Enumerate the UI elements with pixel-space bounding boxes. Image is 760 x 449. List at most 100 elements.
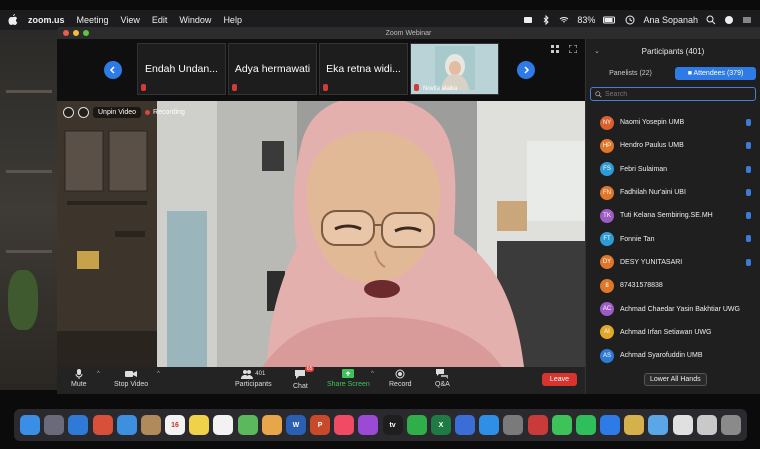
notes-icon[interactable] bbox=[189, 415, 210, 435]
folder-icon[interactable] bbox=[648, 415, 669, 435]
chevron-down-icon[interactable]: ⌄ bbox=[594, 47, 600, 55]
participant-row[interactable]: HP Hendro Paulus UMB bbox=[586, 134, 760, 157]
settings-icon[interactable] bbox=[503, 415, 524, 435]
search-box[interactable] bbox=[590, 87, 756, 101]
menu-view[interactable]: View bbox=[121, 15, 140, 25]
documents-icon[interactable] bbox=[672, 415, 693, 435]
menu-meeting[interactable]: Meeting bbox=[77, 15, 109, 25]
maps-icon[interactable] bbox=[237, 415, 258, 435]
recording-indicator: Recording bbox=[145, 109, 185, 116]
apple-icon[interactable] bbox=[8, 14, 18, 26]
user-name[interactable]: Ana Sopanah bbox=[643, 15, 698, 25]
share-screen-button[interactable]: Share Screen bbox=[327, 369, 370, 388]
participants-button[interactable]: 401 Participants bbox=[235, 369, 272, 388]
powerpoint-icon[interactable]: P bbox=[310, 415, 331, 435]
gallery-view-icon[interactable] bbox=[551, 45, 559, 53]
qa-button[interactable]: Q&A bbox=[435, 369, 450, 388]
unpin-video-button[interactable]: Unpin Video bbox=[93, 107, 142, 118]
music-icon[interactable] bbox=[334, 415, 355, 435]
photos-icon[interactable] bbox=[261, 415, 282, 435]
video-tile[interactable]: Adya hermawati bbox=[228, 43, 317, 95]
leave-button[interactable]: Leave bbox=[541, 373, 577, 386]
numbers-icon[interactable] bbox=[406, 415, 427, 435]
menu-edit[interactable]: Edit bbox=[152, 15, 168, 25]
participant-row[interactable]: AS Achmad Syarofuddin UMB bbox=[586, 344, 760, 367]
participant-row[interactable]: FS Febri Sulaiman bbox=[586, 158, 760, 181]
minimize-window-button[interactable] bbox=[73, 30, 79, 36]
search-icon[interactable] bbox=[706, 15, 716, 25]
record-button[interactable]: Record bbox=[389, 369, 412, 388]
avatar: FS bbox=[600, 162, 614, 177]
participant-row[interactable]: DY DESY YUNITASARI bbox=[586, 251, 760, 274]
archive-icon[interactable] bbox=[624, 415, 645, 435]
word-icon[interactable]: W bbox=[285, 415, 306, 435]
participant-row[interactable]: FN Fadhilah Nur'aini UBI bbox=[586, 181, 760, 204]
bluetooth-icon[interactable] bbox=[541, 15, 551, 25]
chat-button[interactable]: 65 Chat bbox=[293, 366, 315, 390]
muted-mic-icon bbox=[414, 84, 419, 91]
contacts-icon[interactable] bbox=[140, 415, 161, 435]
screen: zoom.us Meeting View Edit Window Help 83… bbox=[0, 0, 760, 449]
photo-booth-icon[interactable] bbox=[527, 415, 548, 435]
battery-percent[interactable]: 83% bbox=[577, 15, 595, 25]
menu-help[interactable]: Help bbox=[223, 15, 242, 25]
trash-icon[interactable] bbox=[720, 415, 741, 435]
menu-window[interactable]: Window bbox=[179, 15, 211, 25]
whatsapp-icon[interactable] bbox=[575, 415, 596, 435]
shield-icon[interactable] bbox=[78, 107, 89, 118]
tab-panelists[interactable]: Panelists (22) bbox=[590, 67, 671, 80]
participant-row[interactable]: 8 87431578838 bbox=[586, 274, 760, 297]
participant-row[interactable]: AC Achmad Chaedar Yasin Bakhtiar UWG bbox=[586, 297, 760, 320]
desktop-background bbox=[0, 30, 60, 390]
close-window-button[interactable] bbox=[63, 30, 69, 36]
zoom-icon[interactable] bbox=[600, 415, 621, 435]
control-center-icon[interactable] bbox=[724, 15, 734, 25]
video-tile[interactable]: Endah Undan... bbox=[137, 43, 226, 95]
calendar-icon[interactable]: 16 bbox=[165, 415, 186, 435]
main-video[interactable]: Unpin Video Recording bbox=[57, 101, 585, 367]
participant-row[interactable]: FT Fonnie Tan bbox=[586, 227, 760, 250]
plant bbox=[8, 270, 38, 330]
strip-prev-button[interactable] bbox=[104, 61, 122, 79]
mute-button[interactable]: Mute bbox=[71, 369, 87, 388]
clock-icon[interactable] bbox=[625, 15, 635, 25]
participant-row[interactable]: TK Tuti Kelana Sembiring.SE.MH bbox=[586, 204, 760, 227]
stop-video-button[interactable]: Stop Video bbox=[114, 369, 148, 388]
share-options-chevron-icon[interactable]: ^ bbox=[371, 371, 374, 377]
mute-options-chevron-icon[interactable]: ^ bbox=[97, 371, 100, 377]
menu-extra-icon[interactable] bbox=[742, 15, 752, 25]
podcasts-icon[interactable] bbox=[358, 415, 379, 435]
camera-status-icon[interactable] bbox=[523, 15, 533, 25]
app-menu[interactable]: zoom.us bbox=[28, 15, 65, 25]
video-tile[interactable]: Eka retna widi... bbox=[319, 43, 408, 95]
chrome-icon[interactable] bbox=[92, 415, 113, 435]
lower-all-hands-button[interactable]: Lower All Hands bbox=[644, 373, 707, 386]
participant-row[interactable]: NY Naomi Yosepin UMB bbox=[586, 111, 760, 134]
mail-icon[interactable] bbox=[116, 415, 137, 435]
tab-attendees[interactable]: ■ Attendees (379) bbox=[675, 66, 756, 80]
strip-next-button[interactable] bbox=[517, 61, 535, 79]
wifi-icon[interactable] bbox=[559, 15, 569, 25]
messages-icon[interactable] bbox=[551, 415, 572, 435]
search-input[interactable] bbox=[605, 90, 745, 98]
appstore-icon[interactable] bbox=[479, 415, 500, 435]
excel-icon[interactable]: X bbox=[430, 415, 451, 435]
video-options-chevron-icon[interactable]: ^ bbox=[157, 371, 160, 377]
avatar: FN bbox=[600, 185, 614, 200]
battery-icon[interactable] bbox=[603, 15, 617, 25]
participant-row[interactable]: AI Achmad Irfan Setiawan UWG bbox=[586, 321, 760, 344]
downloads-icon[interactable] bbox=[696, 415, 717, 435]
keynote-icon[interactable] bbox=[455, 415, 476, 435]
tv-icon[interactable]: tv bbox=[382, 415, 403, 435]
safari-icon[interactable] bbox=[68, 415, 89, 435]
raised-hand-icon bbox=[746, 119, 751, 126]
info-icon[interactable] bbox=[63, 107, 74, 118]
finder-icon[interactable] bbox=[20, 415, 40, 435]
reminders-icon[interactable] bbox=[213, 415, 234, 435]
raised-hand-icon bbox=[746, 142, 751, 150]
video-tile-photo[interactable]: Novita alaika bbox=[410, 43, 499, 95]
launchpad-icon[interactable] bbox=[44, 415, 65, 435]
fullscreen-icon[interactable] bbox=[569, 45, 577, 53]
zoom-window-button[interactable] bbox=[83, 30, 89, 36]
tile-name: Adya hermawati bbox=[234, 63, 311, 75]
